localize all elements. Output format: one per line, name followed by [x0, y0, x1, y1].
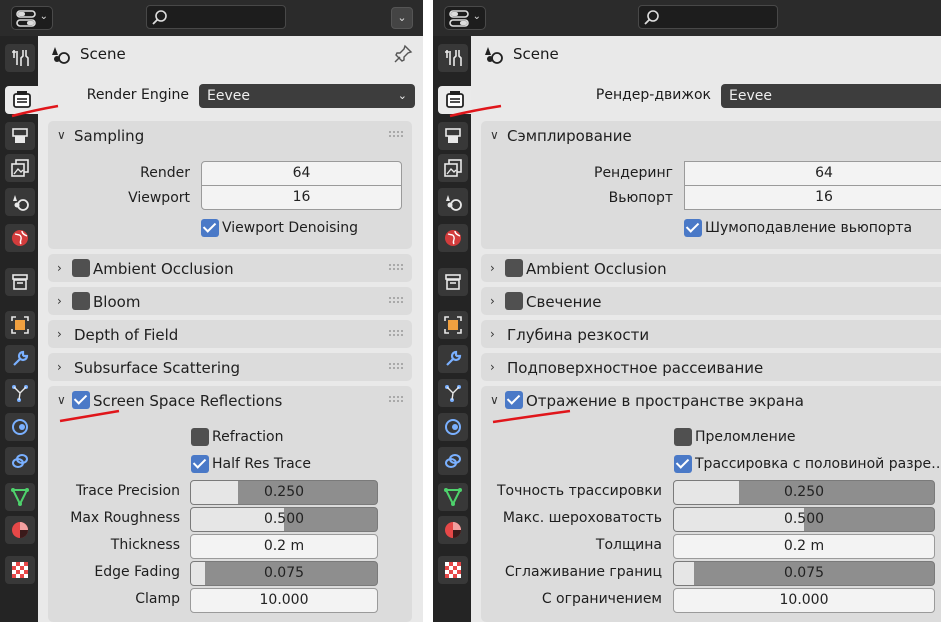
- annotation-underline: [492, 409, 571, 424]
- annotation-underline: [449, 104, 502, 118]
- properties-editor-russian: ⌄ Scene Рендер-движок Eevee ∨ Сэмплирова…: [433, 0, 941, 622]
- annotation-marks: [11, 104, 120, 423]
- properties-editor-english: ⌄ ⌄ Scene Render Engine Eevee ⌄ ∨ Sampli…: [0, 0, 423, 622]
- annotation-underline: [11, 104, 59, 118]
- annotation-marks: [449, 104, 571, 424]
- annotation-underline: [59, 409, 120, 423]
